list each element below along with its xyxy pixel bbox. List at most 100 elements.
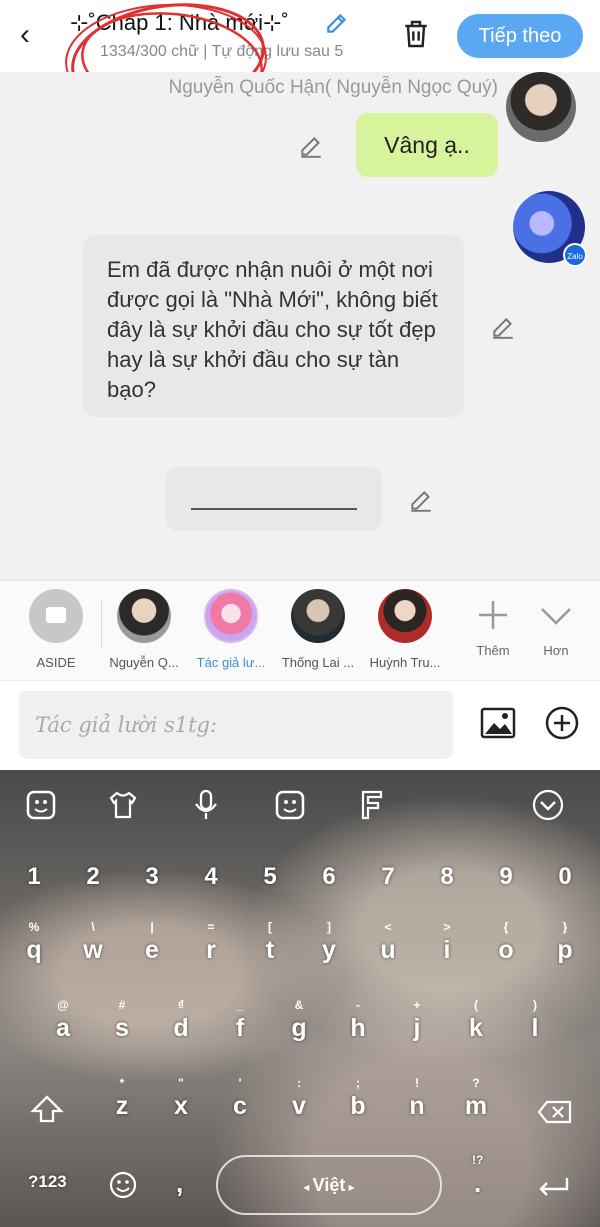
narration-message-bubble[interactable]: Em đã được nhận nuôi ở một nơi được gọi …	[83, 235, 464, 417]
zalo-badge: Zalo	[563, 243, 587, 267]
key-1[interactable]: 1	[6, 855, 62, 915]
key-h[interactable]: -h	[330, 998, 386, 1058]
key-m[interactable]: ? m	[448, 1076, 504, 1136]
character-item-selected[interactable]: Tác giả lư...	[186, 589, 276, 670]
key-5[interactable]: 5	[242, 855, 298, 915]
key-q[interactable]: % q	[6, 920, 62, 980]
emoji-key-icon[interactable]	[108, 1170, 138, 1200]
key-r[interactable]: = r	[183, 920, 239, 980]
key-t[interactable]: [t	[242, 920, 298, 980]
keyboard: 1 2 3 4 5 6 7 8 9 0 % q \ w | e = r [t ] y < u…	[0, 770, 600, 1227]
key-d[interactable]: ₫ d	[153, 998, 209, 1058]
key-i[interactable]: > i	[419, 920, 475, 980]
key-l[interactable]: ) l	[507, 998, 563, 1058]
key-4[interactable]: 4	[183, 855, 239, 915]
key-8[interactable]: 8	[419, 855, 475, 915]
avatar	[204, 589, 258, 643]
add-circle-icon[interactable]	[544, 705, 580, 741]
space-key[interactable]: ◂ Việt ▸	[216, 1155, 442, 1215]
key-b[interactable]: ; b	[330, 1076, 386, 1136]
key-a[interactable]: @ a	[35, 998, 91, 1058]
symbols-key[interactable]: ?123	[28, 1172, 67, 1192]
compose-bar	[0, 680, 600, 770]
font-icon[interactable]	[355, 788, 389, 822]
chapter-title[interactable]: ⊹˚Chap 1: Nhà mới⊹˚	[70, 10, 289, 36]
collapse-keyboard-icon[interactable]	[531, 788, 565, 822]
shift-icon[interactable]	[30, 1094, 64, 1124]
theme-shirt-icon[interactable]	[106, 788, 140, 822]
key-g[interactable]: & g	[271, 998, 327, 1058]
avatar[interactable]	[506, 72, 576, 142]
key-3[interactable]: 3	[124, 855, 180, 915]
key-9[interactable]: 9	[478, 855, 534, 915]
character-selector: ASIDE Nguyễn Q... Tác giả lư... Thống La…	[0, 580, 600, 680]
key-n[interactable]: ! n	[389, 1076, 445, 1136]
space-left-arrow-icon: ◂	[303, 1180, 313, 1194]
key-s[interactable]: # s	[94, 998, 150, 1058]
key-f[interactable]: _ f	[212, 998, 268, 1058]
trash-icon[interactable]	[400, 18, 432, 50]
period-key[interactable]: .	[474, 1168, 481, 1199]
character-aside[interactable]: ASIDE	[11, 589, 101, 670]
character-name: Thống Lai ...	[281, 655, 355, 670]
language-label: Việt	[312, 1175, 346, 1195]
key-y[interactable]: ] y	[301, 920, 357, 980]
key-z[interactable]: * z	[94, 1076, 150, 1136]
more-label[interactable]: Hơn	[526, 643, 586, 658]
character-item[interactable]: Nguyễn Q...	[99, 589, 189, 670]
plus-icon[interactable]	[473, 595, 513, 635]
key-7[interactable]: 7	[360, 855, 416, 915]
key-v[interactable]: :v	[271, 1076, 327, 1136]
character-name: Huỳnh Tru...	[369, 655, 441, 670]
edit-message-icon[interactable]	[298, 133, 324, 159]
enter-icon[interactable]	[535, 1175, 571, 1199]
character-item[interactable]: Huỳnh Tru...	[360, 589, 450, 670]
back-icon[interactable]: ‹	[20, 18, 50, 52]
character-name: ASIDE	[36, 655, 76, 670]
message-input[interactable]	[19, 691, 453, 759]
sticker-icon[interactable]	[24, 788, 58, 822]
comma-key[interactable]: ,	[176, 1168, 183, 1199]
key-w[interactable]: \ w	[65, 920, 121, 980]
chevron-down-icon[interactable]	[536, 595, 576, 635]
character-name: Nguyễn Q...	[109, 655, 179, 670]
key-k[interactable]: (k	[448, 998, 504, 1058]
space-right-arrow-icon: ▸	[345, 1180, 355, 1194]
emoji-icon[interactable]	[273, 788, 307, 822]
sender-name: Nguyễn Quốc Hận( Nguyễn Ngọc Quý)	[168, 77, 499, 98]
key-u[interactable]: < u	[360, 920, 416, 980]
letter-row-2: @ a # s ₫ d _ f & g -h + j (k ) l	[0, 998, 600, 1058]
word-count-status: 1334/300 chữ | Tự động lưu sau 5	[100, 43, 344, 60]
blank-line	[191, 508, 357, 510]
microphone-icon[interactable]	[189, 788, 223, 822]
key-6[interactable]: 6	[301, 855, 357, 915]
key-p[interactable]: } p	[537, 920, 593, 980]
avatar	[291, 589, 345, 643]
character-item[interactable]: Thống Lai ...	[273, 589, 363, 670]
top-bar: ‹ ⊹˚Chap 1: Nhà mới⊹˚ 1334/300 chữ | Tự …	[0, 0, 600, 117]
key-x[interactable]: " x	[153, 1076, 209, 1136]
keyboard-toolbar	[0, 770, 600, 842]
avatar	[378, 589, 432, 643]
key-j[interactable]: + j	[389, 998, 445, 1058]
edit-title-icon[interactable]	[324, 10, 350, 36]
avatar	[117, 589, 171, 643]
chat-area: Nguyễn Quốc Hận( Nguyễn Ngọc Quý) Vâng ạ…	[0, 72, 600, 580]
key-c[interactable]: ' c	[212, 1076, 268, 1136]
image-icon[interactable]	[480, 705, 516, 741]
key-e[interactable]: | e	[124, 920, 180, 980]
key-2[interactable]: 2	[65, 855, 121, 915]
my-message-bubble[interactable]: Vâng ạ..	[356, 113, 498, 177]
empty-message-bubble[interactable]	[166, 467, 382, 531]
edit-message-icon[interactable]	[408, 487, 434, 513]
edit-message-icon[interactable]	[490, 314, 516, 340]
next-button[interactable]: Tiếp theo	[457, 14, 583, 58]
key-o[interactable]: {o	[478, 920, 534, 980]
key-0[interactable]: 0	[537, 855, 593, 915]
period-hint: !?	[472, 1153, 484, 1167]
add-character-label[interactable]: Thêm	[463, 643, 523, 658]
number-row: 1 2 3 4 5 6 7 8 9 0	[0, 855, 600, 915]
backspace-icon[interactable]	[537, 1100, 573, 1124]
character-name: Tác giả lư...	[196, 655, 266, 670]
letter-row-3: * z " x ' c :v ; b ! n ? m	[0, 1076, 600, 1136]
